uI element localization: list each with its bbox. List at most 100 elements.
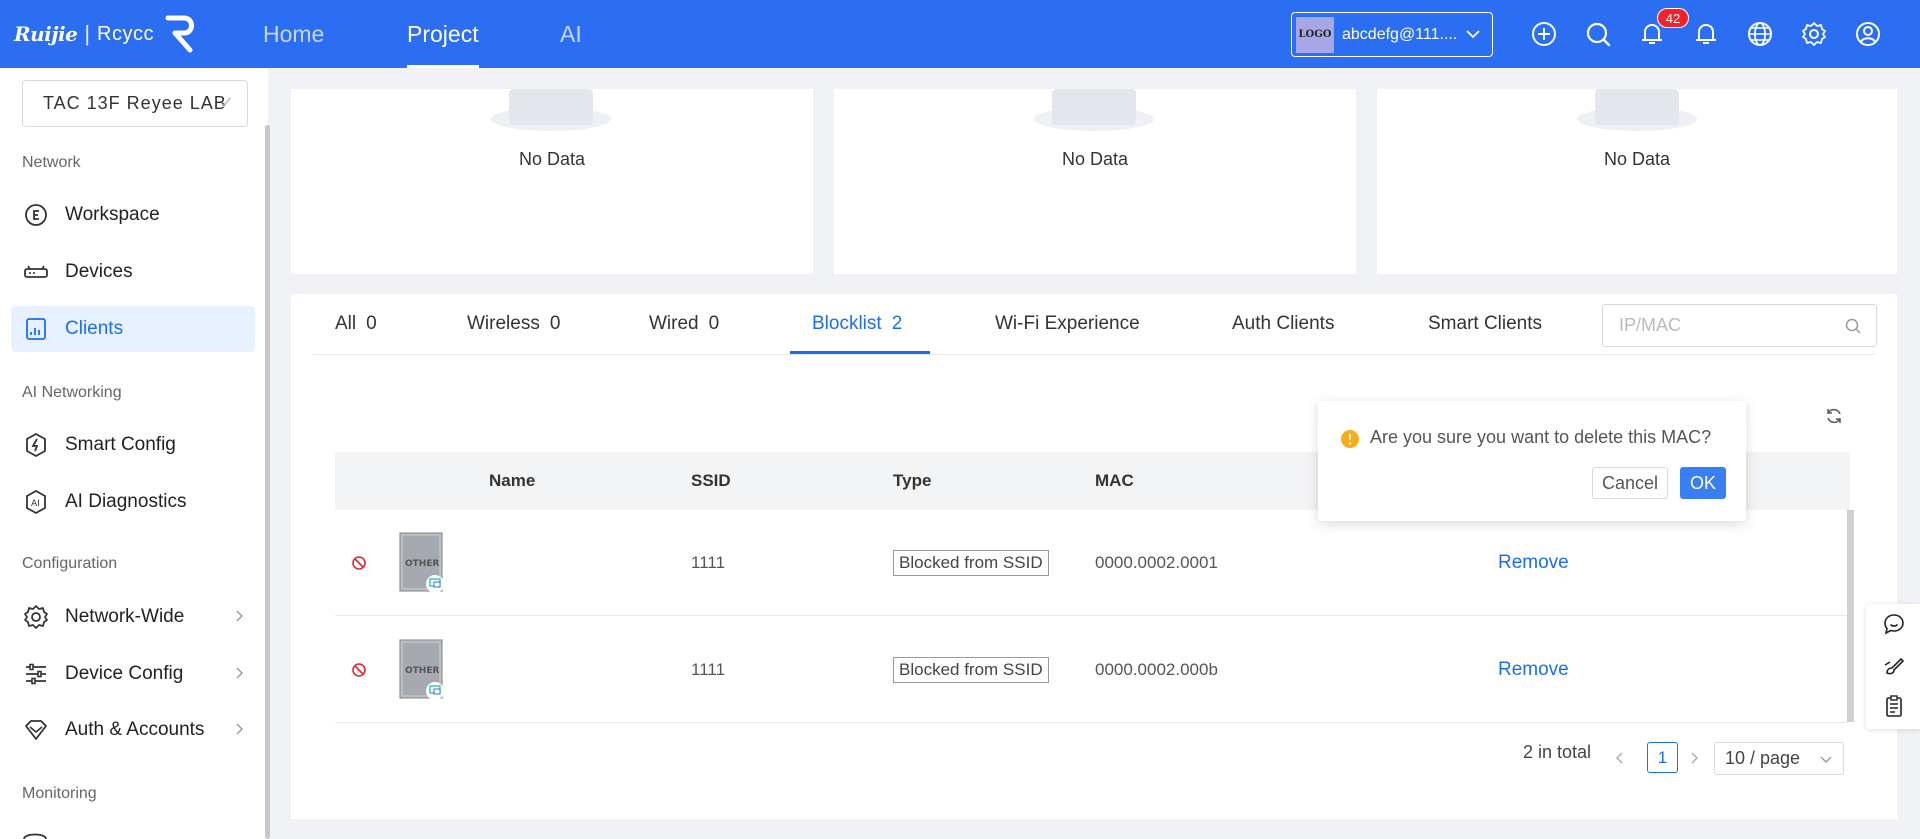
stat-card-3: No Data [1377, 89, 1897, 274]
project-selector[interactable]: TAC 13F Reyee LAB ✓ [22, 80, 248, 127]
chevron-left-icon[interactable] [1613, 751, 1627, 765]
dropdown-check-icon: ✓ [218, 93, 235, 113]
nav-home[interactable]: Home [263, 0, 324, 68]
project-name: TAC 13F Reyee LAB [43, 93, 227, 113]
refresh-icon[interactable] [1825, 407, 1843, 425]
brand-separator: | [84, 21, 91, 46]
table-row: OTHER 1111 Blocked from SSID 0000.0002.0… [335, 617, 1847, 723]
chevron-down-icon [1820, 756, 1832, 763]
device-other-icon: OTHER [399, 532, 444, 593]
column-mac: MAC [1095, 471, 1134, 490]
ok-button[interactable]: OK [1680, 467, 1726, 499]
cell-ssid: 1111 [691, 660, 726, 679]
diamond-icon [25, 720, 47, 740]
monitoring-item-icon [23, 833, 47, 839]
page-size-value: 10 / page [1725, 748, 1801, 768]
column-type: Type [893, 471, 932, 490]
cell-type-tag: Blocked from SSID [893, 657, 1049, 683]
ai-diagnostics-icon: AI [26, 489, 46, 515]
workspace-icon [25, 204, 47, 226]
sidebar-item-devices[interactable]: Devices [11, 249, 255, 295]
stat-card-1: No Data [291, 89, 813, 274]
remove-link[interactable]: Remove [1498, 552, 1569, 574]
nav-project[interactable]: Project [407, 0, 479, 68]
globe-icon[interactable] [1746, 20, 1774, 48]
page-size-select[interactable]: 10 / page [1714, 742, 1844, 775]
chevron-right-icon [236, 667, 243, 679]
page-number-current[interactable]: 1 [1647, 742, 1678, 773]
tab-smart-clients[interactable]: Smart Clients [1428, 294, 1542, 354]
cell-type-tag: Blocked from SSID [893, 550, 1049, 576]
empty-box-icon [1034, 89, 1154, 131]
section-configuration: Configuration [22, 555, 118, 572]
empty-box-icon [1577, 89, 1697, 131]
cancel-button[interactable]: Cancel [1592, 467, 1668, 499]
sidebar-item-network-wide[interactable]: Network-Wide [11, 594, 255, 640]
chevron-right-icon[interactable] [1687, 751, 1701, 765]
floating-toolbar [1866, 604, 1920, 729]
settings-gear-icon[interactable] [1800, 20, 1828, 48]
svg-text:AI: AI [31, 499, 40, 509]
column-ssid: SSID [691, 471, 731, 490]
brush-icon[interactable] [1882, 654, 1906, 678]
warning-icon [1341, 430, 1359, 448]
sidebar-item-label: Network-Wide [65, 606, 185, 627]
chevron-right-icon [236, 723, 243, 735]
chevron-down-icon [1466, 30, 1480, 39]
add-circle-icon[interactable] [1530, 20, 1558, 48]
sidebar-item-clients[interactable]: Clients [11, 306, 255, 352]
brand-logo[interactable]: Ruijie | Rcycc [14, 15, 198, 53]
cell-mac: 0000.0002.0001 [1095, 553, 1218, 572]
clients-icon [26, 318, 46, 340]
tab-wifi-experience[interactable]: Wi-Fi Experience [995, 294, 1140, 354]
clients-panel: All 0 Wireless 0 Wired 0 Blocklist 2 Wi-Fi E… [291, 294, 1897, 819]
clipboard-icon[interactable] [1882, 694, 1906, 718]
stat-card-2: No Data [834, 89, 1356, 274]
table-scrollbar[interactable] [1847, 510, 1854, 722]
sidebar-item-label: Devices [65, 261, 133, 282]
sidebar-item-smart-config[interactable]: Smart Config [11, 422, 255, 468]
user-avatar-icon[interactable] [1854, 20, 1882, 48]
tabs-divider [313, 354, 1875, 355]
alarm-bell-icon[interactable] [1692, 20, 1720, 48]
tab-wireless[interactable]: Wireless 0 [467, 294, 560, 354]
device-other-icon: OTHER [399, 639, 444, 700]
cell-mac: 0000.0002.000b [1095, 660, 1218, 679]
sidebar-item-auth-accounts[interactable]: Auth & Accounts [11, 707, 255, 753]
search-icon[interactable] [1584, 20, 1612, 48]
nav-ai-heatmap[interactable]: AI Heatmap [560, 0, 653, 115]
delete-confirm-popover: Are you sure you want to delete this MAC… [1318, 401, 1746, 521]
sidebar-item-label: Workspace [65, 204, 160, 225]
sidebar-scrollbar[interactable] [265, 125, 270, 839]
sidebar-item-device-config[interactable]: Device Config [11, 651, 255, 697]
router-icon [24, 265, 48, 278]
account-selector[interactable]: LOGO abcdefg@111.... [1291, 12, 1493, 57]
cell-ssid: 1111 [691, 553, 726, 572]
no-data-text: No Data [518, 149, 586, 169]
account-email: abcdefg@111.... [1342, 25, 1458, 43]
column-name: Name [489, 471, 536, 490]
sidebar-item-workspace[interactable]: Workspace [11, 192, 255, 238]
empty-box-icon [491, 89, 611, 131]
sidebar: TAC 13F Reyee LAB ✓ Network Workspace De… [0, 68, 268, 839]
smart-config-icon [26, 432, 46, 458]
sidebar-item-label: Auth & Accounts [65, 719, 205, 740]
section-ai-networking: AI Networking [22, 384, 122, 401]
chat-icon[interactable] [1882, 612, 1906, 636]
tab-blocklist[interactable]: Blocklist 2 [812, 294, 902, 354]
table-row: OTHER 1111 Blocked from SSID 0000.0002.0… [335, 510, 1847, 616]
search-box[interactable] [1602, 304, 1877, 347]
notification-count-badge: 42 [1657, 8, 1689, 28]
no-data-text: No Data [1061, 149, 1129, 169]
tab-auth-clients[interactable]: Auth Clients [1232, 294, 1334, 354]
tab-all[interactable]: All 0 [335, 294, 377, 354]
sidebar-item-ai-diagnostics[interactable]: AI AI Diagnostics [11, 479, 255, 525]
search-input[interactable] [1603, 305, 1823, 346]
remove-link[interactable]: Remove [1498, 659, 1569, 681]
brand-name-ruijie: Ruijie [14, 22, 78, 46]
section-network: Network [22, 154, 81, 171]
account-logo: LOGO [1296, 16, 1334, 53]
no-data-text: No Data [1603, 149, 1671, 169]
search-icon[interactable] [1844, 317, 1862, 335]
tab-wired[interactable]: Wired 0 [649, 294, 719, 354]
